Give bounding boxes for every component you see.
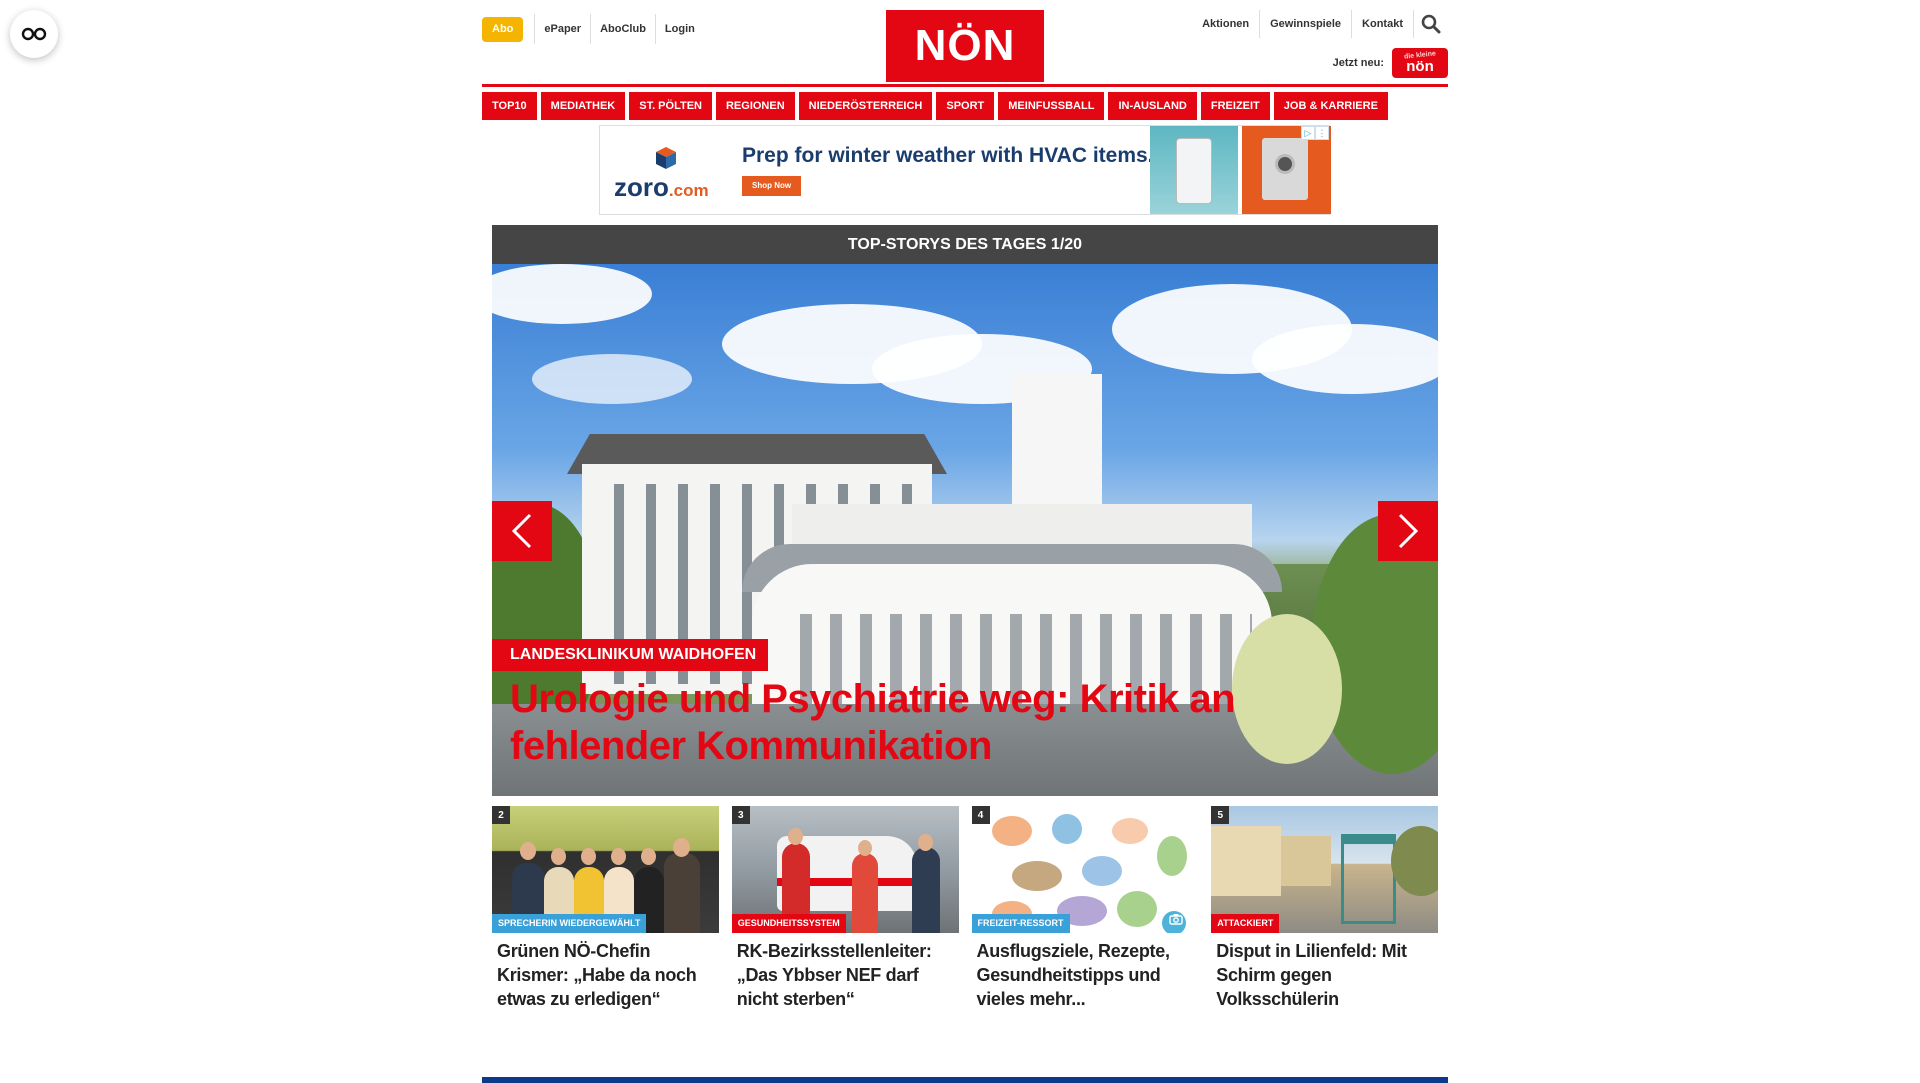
slider-prev-button[interactable] [492,501,552,561]
ad-product-image-humidifier [1150,126,1238,214]
kleine-noen-logo[interactable]: die kleine nön [1392,48,1448,78]
hero-kicker: LANDESKLINIKUM WAIDHOFEN [492,639,769,671]
jetzt-neu-label: Jetzt neu: [1332,57,1384,69]
page-container: Abo ePaper AboClub Login NÖN Aktionen Ge… [482,0,1448,1009]
zoro-brand: zoro [614,172,669,202]
story-card-title[interactable]: Ausflugsziele, Rezepte, Gesundheitstipps… [977,939,1194,1011]
camera-icon [1168,914,1183,925]
top-stories: TOP-STORYS DES TAGES 1/20 LANDESKLINIKUM… [492,225,1438,1011]
kleine-noen-promo: Jetzt neu: die kleine nön [1333,48,1448,78]
story-card-title[interactable]: RK-Bezirksstellenleiter: „Das Ybbser NEF… [737,939,954,1011]
nav-item-niederoesterreich[interactable]: NIEDERÖSTERREICH [798,92,933,120]
chevron-left-icon [511,513,532,549]
zoro-brand-suffix: .com [668,181,709,200]
story-card-number: 5 [1211,806,1230,824]
zoro-logo-text: zoro.com [614,172,709,203]
aktionen-link[interactable]: Aktionen [1192,10,1261,38]
nav-item-in-ausland[interactable]: IN-AUSLAND [1108,92,1197,120]
abo-button[interactable]: Abo [482,16,524,42]
ad-shop-now-button[interactable]: Shop Now [742,176,802,196]
search-icon[interactable] [1414,10,1448,38]
hero-slide[interactable]: LANDESKLINIKUM WAIDHOFEN Urologie und Ps… [492,264,1438,796]
nav-item-mediathek[interactable]: MEDIATHEK [540,92,626,120]
top-stories-header: TOP-STORYS DES TAGES 1/20 [492,225,1438,264]
ad-headline: Prep for winter weather with HVAC items. [742,144,1154,167]
kontakt-link[interactable]: Kontakt [1352,10,1414,38]
chevron-right-icon [1398,513,1419,549]
kleine-logo-main: nön [1406,58,1434,75]
nav-item-regionen[interactable]: REGIONEN [715,92,795,120]
accessibility-button[interactable] [10,10,58,58]
story-card-number: 2 [492,806,510,824]
login-link[interactable]: Login [654,14,704,44]
bottom-navigation-bar [482,1077,1448,1083]
adchoices-icon[interactable]: ▷ [1301,126,1315,140]
nav-item-st-poelten[interactable]: ST. PÖLTEN [629,92,712,120]
epaper-link[interactable]: ePaper [534,14,590,44]
ad-menu-icon[interactable]: ⋮ [1315,126,1329,140]
story-card-tag: FREIZEIT-RESSORT [971,914,1070,933]
story-card[interactable]: 3 GESUNDHEITSSYSTEM RK-Bezirksstellenlei… [731,806,959,1011]
story-card-image: 5 ATTACKIERT [1211,806,1438,933]
top-left-links: Abo ePaper AboClub Login [482,14,704,44]
header-divider [482,84,1448,87]
top-bar: Abo ePaper AboClub Login NÖN Aktionen Ge… [482,0,1448,84]
story-card-tag: GESUNDHEITSSYSTEM [731,914,846,933]
nav-item-freizeit[interactable]: FREIZEIT [1200,92,1270,120]
nav-item-meinfussball[interactable]: MEINFUSSBALL [998,92,1105,120]
story-card-image: 2 SPRECHERIN WIEDERGEWÄHLT [492,806,719,933]
story-card-image: 3 GESUNDHEITSSYSTEM [731,806,959,933]
story-card-image: 4 FREIZEIT-RESSORT [971,806,1199,933]
main-navigation: TOP10 MEDIATHEK ST. PÖLTEN REGIONEN NIED… [482,92,1448,120]
story-card[interactable]: 4 FREIZEIT-RESSORT Ausflugsziele, Rezept… [971,806,1199,1011]
story-card-number: 3 [731,806,750,824]
aboclub-link[interactable]: AboClub [590,14,655,44]
gewinnspiele-link[interactable]: Gewinnspiele [1260,10,1353,38]
hero-headline[interactable]: Urologie und Psychiatrie weg: Kritik an … [510,676,1390,770]
ad-choices[interactable]: ▷ ⋮ [1301,126,1329,140]
nav-item-top10[interactable]: TOP10 [482,92,537,120]
zoro-logo: zoro.com [614,146,724,202]
cube-icon [656,147,676,169]
top-right-links: Aktionen Gewinnspiele Kontakt [1192,10,1448,38]
story-card-title[interactable]: Grünen NÖ-Chefin Krismer: „Habe da noch … [497,939,714,1011]
slider-next-button[interactable] [1378,501,1438,561]
story-card-tag: SPRECHERIN WIEDERGEWÄHLT [492,914,647,933]
story-cards: 2 SPRECHERIN WIEDERGEWÄHLT Grünen NÖ-Che… [492,806,1438,1011]
story-card[interactable]: 5 ATTACKIERT Disput in Lilienfeld: Mit S… [1211,806,1438,1011]
story-card[interactable]: 2 SPRECHERIN WIEDERGEWÄHLT Grünen NÖ-Che… [492,806,719,1011]
nav-item-job-karriere[interactable]: JOB & KARRIERE [1273,92,1388,120]
story-card-number: 4 [971,806,990,824]
nav-item-sport[interactable]: SPORT [936,92,995,120]
glasses-icon [21,27,47,41]
story-card-tag: ATTACKIERT [1211,914,1280,933]
story-card-title[interactable]: Disput in Lilienfeld: Mit Schirm gegen V… [1216,939,1433,1011]
site-logo[interactable]: NÖN [886,10,1044,82]
advertisement-banner[interactable]: zoro.com Prep for winter weather with HV… [599,125,1331,215]
